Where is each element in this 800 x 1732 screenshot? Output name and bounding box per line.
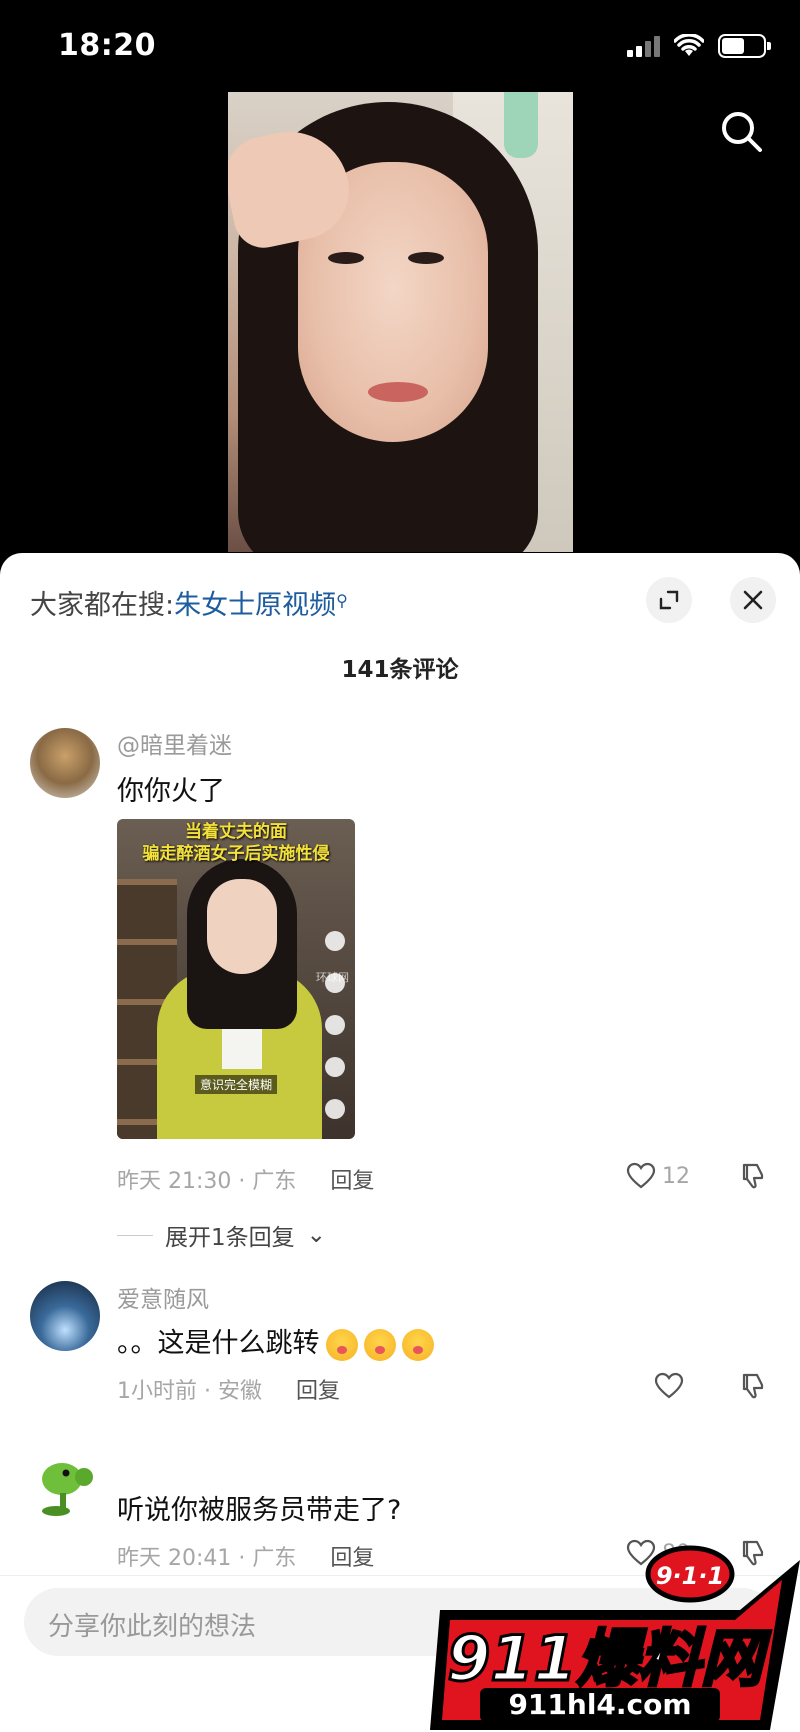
emoji-icon <box>401 1328 434 1361</box>
battery-icon <box>718 34 771 58</box>
dislike-icon[interactable] <box>738 1161 768 1191</box>
watermark-badge: 9·1·1 <box>656 1562 724 1590</box>
comment-username[interactable]: @暗里着迷 <box>117 726 232 760</box>
wifi-icon <box>674 34 704 56</box>
comment-time-location: 昨天 20:41 · 广东 <box>117 1546 297 1571</box>
reply-button[interactable]: 回复 <box>330 1169 374 1194</box>
image-watermark: 环球网 <box>316 971 349 984</box>
avatar[interactable] <box>30 1281 100 1351</box>
emoji-icon <box>325 1328 358 1361</box>
like-button[interactable]: 12 <box>626 1162 690 1190</box>
heart-icon <box>626 1162 656 1189</box>
comment-text: 听说你被服务员带走了? <box>117 1495 402 1526</box>
image-caption: 意识完全模糊 <box>195 1075 278 1094</box>
chevron-down-icon: ⌄ <box>306 1222 326 1248</box>
comment-meta: 昨天 20:41 · 广东 回复 <box>117 1540 374 1572</box>
avatar[interactable] <box>30 1451 100 1521</box>
comment-input-placeholder: 分享你此刻的想法 <box>48 1612 257 1642</box>
like-button[interactable] <box>654 1372 690 1400</box>
video-player[interactable] <box>228 92 573 552</box>
image-title: 当着丈夫的面 骗走醉酒女子后实施性侵 <box>142 822 330 864</box>
comment-text: 你你火了 <box>117 776 225 807</box>
expand-replies-button[interactable]: 展开1条回复 ⌄ <box>117 1218 326 1252</box>
suggest-term[interactable]: 朱女士原视频 <box>174 590 336 621</box>
comment-image[interactable]: 当着丈夫的面 骗走醉酒女子后实施性侵 环球网 意识完全模糊 <box>117 819 355 1139</box>
heart-icon <box>654 1372 684 1399</box>
battery-fill <box>722 38 744 54</box>
comment-text: 。。这是什么跳转 <box>117 1321 434 1361</box>
comment-meta: 昨天 21:30 · 广东 回复 <box>117 1163 374 1195</box>
status-bar: 18:20 <box>0 0 800 92</box>
search-icon[interactable] <box>718 108 766 156</box>
close-icon[interactable] <box>730 577 776 623</box>
reply-button[interactable]: 回复 <box>330 1546 374 1571</box>
signal-icon <box>627 35 660 57</box>
watermark-logo: 9·1·1 911爆料网 911hl4.com <box>430 1545 800 1730</box>
small-search-icon: ⚲ <box>336 591 348 610</box>
image-side-icons <box>323 931 347 1119</box>
comment-count: 141条评论 <box>341 657 459 683</box>
like-count: 12 <box>662 1163 690 1189</box>
watermark-url: 911hl4.com <box>508 1688 691 1721</box>
reply-button[interactable]: 回复 <box>296 1379 340 1404</box>
suggest-prefix: 大家都在搜: <box>30 590 175 621</box>
watermark-brand: 911爆料网 <box>447 1622 771 1695</box>
comment-username[interactable]: 爱意随风 <box>117 1280 209 1314</box>
status-icons <box>627 34 771 58</box>
dislike-icon[interactable] <box>738 1371 768 1401</box>
app-screen: 18:20 大家都在搜:朱女士原视频⚲ 141条评论 @暗里着迷 你你火了 当着… <box>0 0 800 1732</box>
comment-time-location: 1小时前 · 安徽 <box>117 1379 262 1404</box>
avatar[interactable] <box>30 728 100 798</box>
emoji-icon <box>363 1328 396 1361</box>
comment-time-location: 昨天 21:30 · 广东 <box>117 1169 297 1194</box>
expand-icon[interactable] <box>646 577 692 623</box>
comment-meta: 1小时前 · 安徽 回复 <box>117 1373 340 1405</box>
status-time: 18:20 <box>58 28 156 63</box>
expand-replies-label: 展开1条回复 <box>165 1225 295 1251</box>
